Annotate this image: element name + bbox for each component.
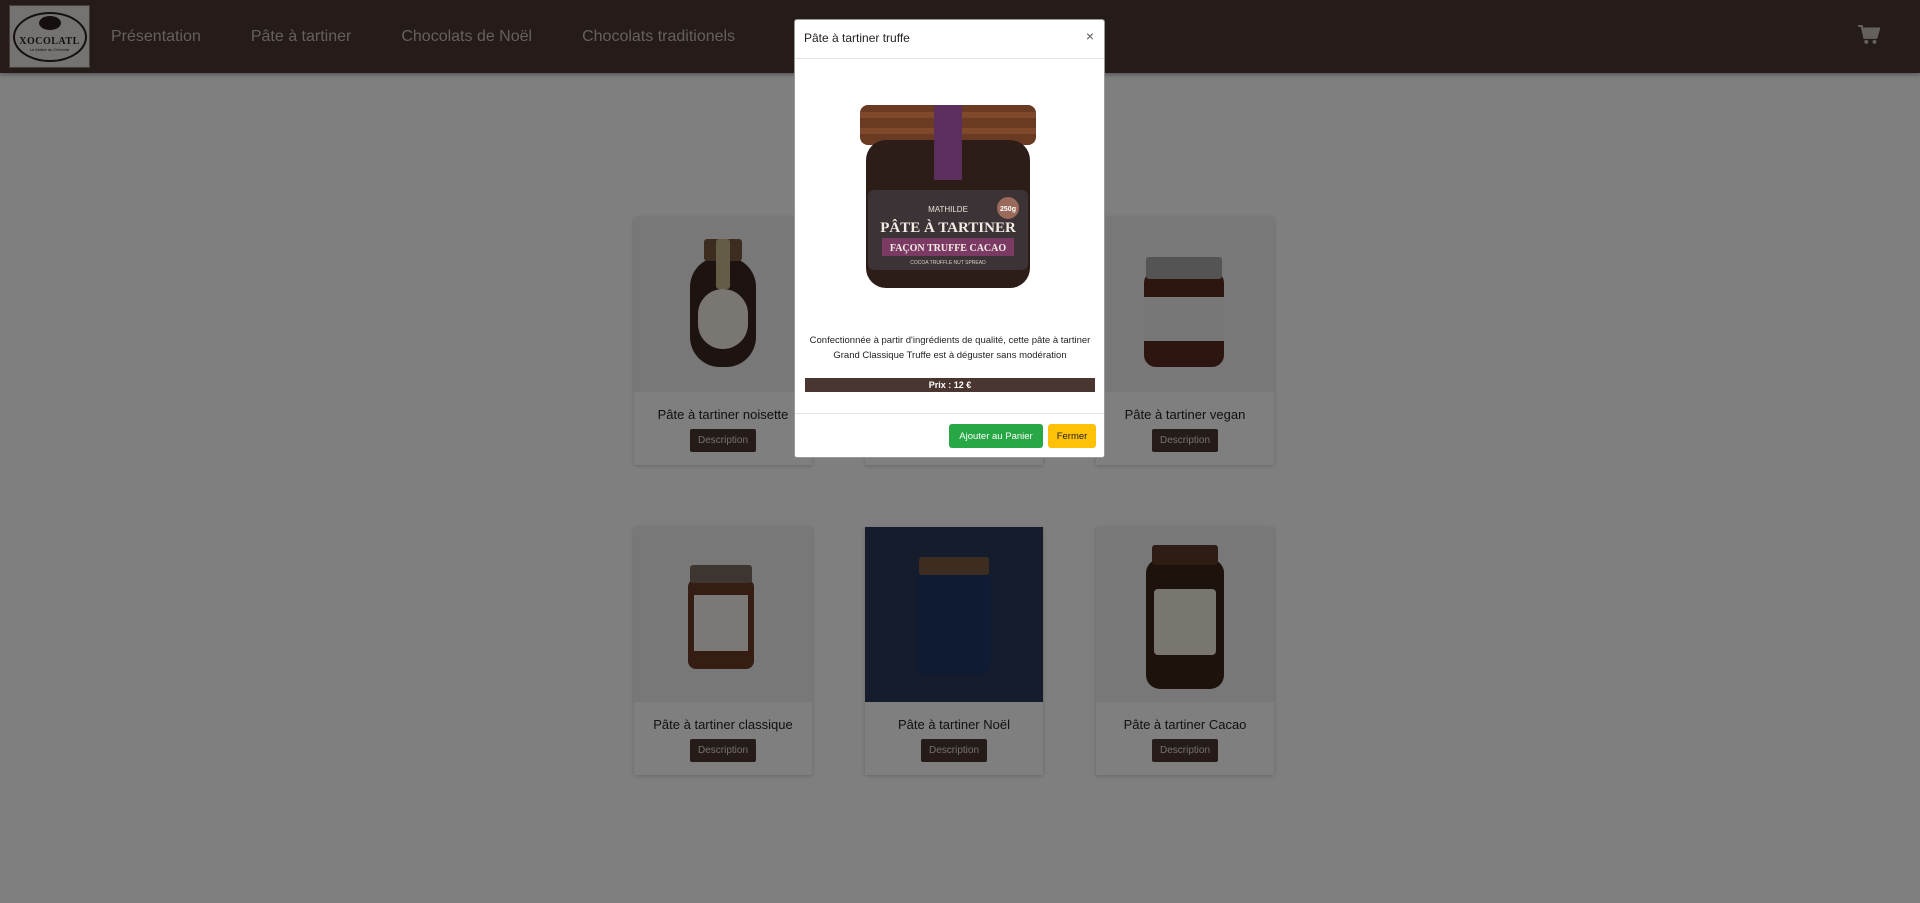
svg-text:PÂTE À TARTINER: PÂTE À TARTINER (880, 219, 1016, 236)
svg-text:COCOA TRUFFLE NUT SPREAD: COCOA TRUFFLE NUT SPREAD (910, 260, 986, 266)
close-icon[interactable]: × (1086, 28, 1094, 44)
modal-header: Pâte à tartiner truffe × (795, 20, 1104, 59)
svg-text:FAÇON TRUFFE CACAO: FAÇON TRUFFE CACAO (890, 243, 1007, 254)
product-modal: Pâte à tartiner truffe × MATHILDE PÂTE À… (794, 19, 1105, 458)
svg-text:250g: 250g (1000, 206, 1016, 213)
product-jar-image: MATHILDE PÂTE À TARTINER FAÇON TRUFFE CA… (860, 105, 1036, 288)
price-bar: Prix : 12 € (805, 378, 1095, 392)
modal-footer-divider (795, 413, 1104, 414)
product-description: Confectionnée à partir d'ingrédients de … (809, 335, 1091, 361)
add-to-cart-button[interactable]: Ajouter au Panier (949, 424, 1043, 448)
svg-text:MATHILDE: MATHILDE (928, 205, 968, 214)
modal-title: Pâte à tartiner truffe (804, 31, 910, 45)
close-button[interactable]: Fermer (1048, 424, 1096, 448)
